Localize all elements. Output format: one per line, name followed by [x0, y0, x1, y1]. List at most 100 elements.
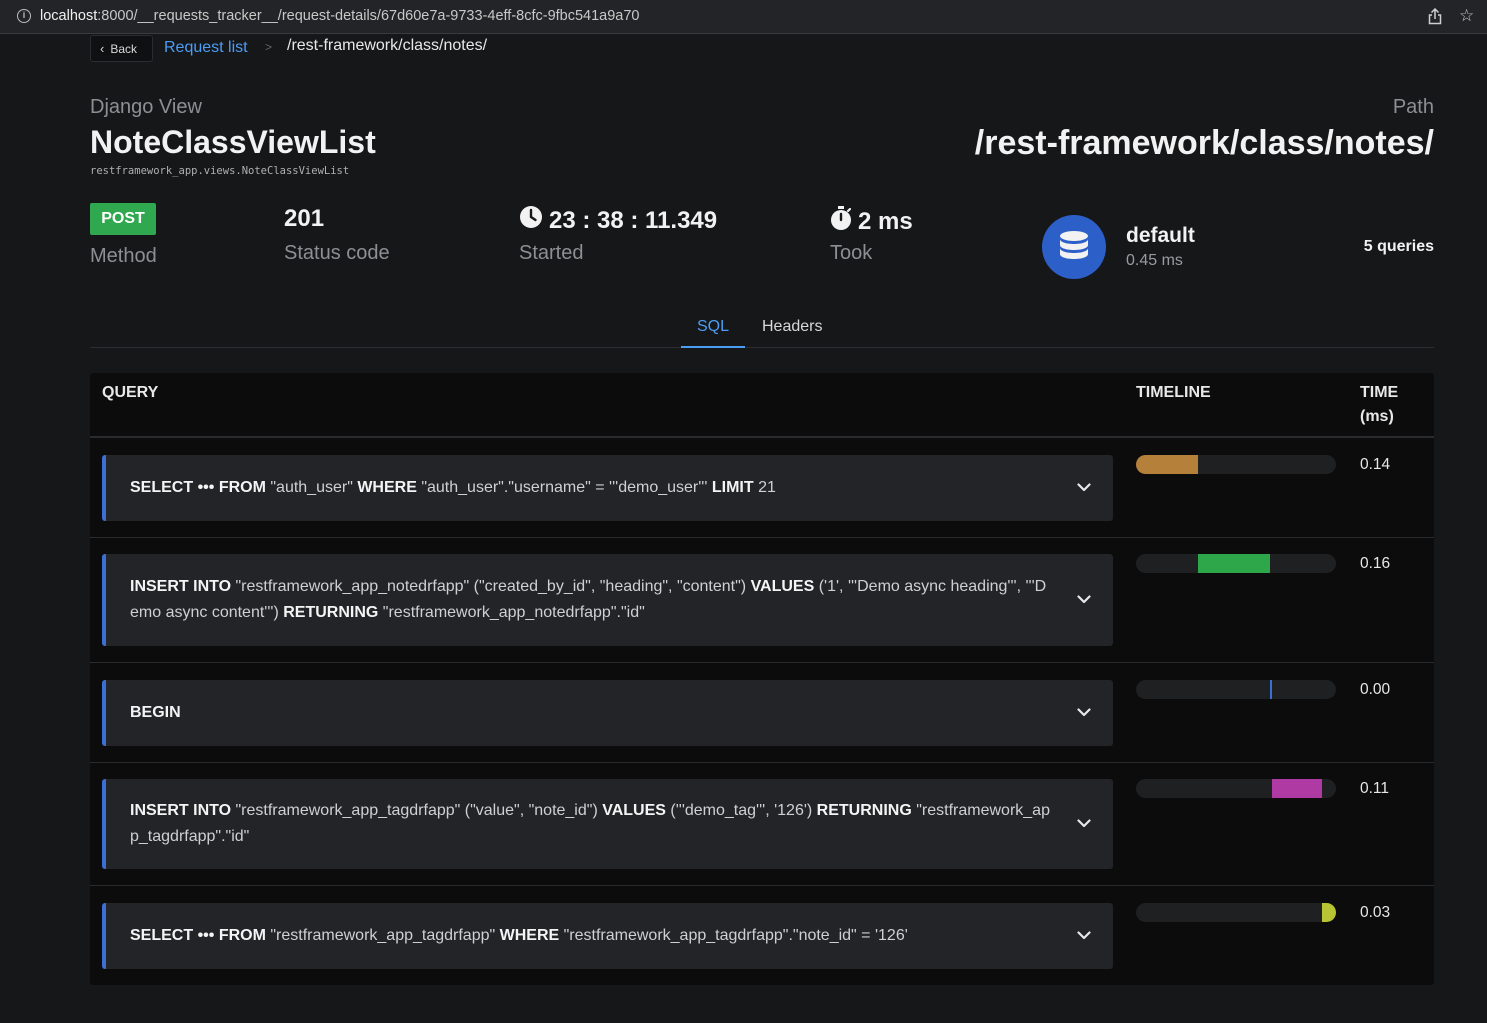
- sql-keyword: RETURNING: [283, 604, 383, 621]
- back-button[interactable]: ‹ Back: [90, 35, 153, 62]
- query-time: 0.11: [1360, 780, 1390, 797]
- breadcrumb-current: /rest-framework/class/notes/: [287, 37, 488, 54]
- view-module: restframework_app.views.NoteClassViewLis…: [90, 165, 350, 177]
- timeline-track: [1136, 455, 1336, 474]
- query-text: SELECT ••• FROM "auth_user" WHERE "auth_…: [130, 475, 776, 501]
- query-card[interactable]: INSERT INTO "restframework_app_tagdrfapp…: [102, 779, 1113, 869]
- timeline-track: [1136, 779, 1336, 798]
- query-time: 0.14: [1360, 456, 1391, 473]
- timeline-bar: [1272, 779, 1322, 798]
- database-time: 0.45 ms: [1126, 252, 1183, 269]
- query-time: 0.16: [1360, 555, 1391, 572]
- tab-headers[interactable]: Headers: [762, 318, 822, 336]
- status-code-value: 201: [284, 205, 325, 232]
- method-label: Method: [90, 245, 157, 267]
- row-divider: [90, 885, 1434, 886]
- view-name: NoteClassViewList: [90, 124, 376, 160]
- column-header-timeline: TIMELINE: [1136, 384, 1211, 401]
- path-label: Path: [1392, 96, 1434, 118]
- sql-keyword: INSERT INTO: [130, 802, 236, 819]
- sql-keyword: SELECT ••• FROM: [130, 927, 271, 944]
- share-icon[interactable]: [1428, 7, 1442, 30]
- url-text[interactable]: localhost:8000/__requests_tracker__/requ…: [40, 8, 639, 24]
- sql-keyword: VALUES: [750, 578, 819, 595]
- took-text: 2 ms: [858, 207, 913, 235]
- tab-sql[interactable]: SQL: [697, 318, 729, 336]
- path-value: /rest-framework/class/notes/: [974, 124, 1434, 162]
- breadcrumb-request-list-link[interactable]: Request list: [164, 39, 248, 57]
- query-text: SELECT ••• FROM "restframework_app_tagdr…: [130, 923, 908, 949]
- column-header-time-line2: (ms): [1360, 408, 1394, 425]
- chevron-down-icon[interactable]: [1077, 700, 1091, 726]
- sql-keyword: BEGIN: [130, 704, 181, 721]
- sql-keyword: LIMIT: [711, 479, 759, 496]
- chevron-down-icon[interactable]: [1077, 923, 1091, 949]
- chevron-down-icon[interactable]: [1077, 475, 1091, 501]
- sql-text: "restframework_app_tagdrfapp"."note_id" …: [563, 927, 908, 944]
- column-header-time: TIME (ms): [1360, 381, 1398, 429]
- sql-keyword: SELECT ••• FROM: [130, 479, 271, 496]
- queries-table: QUERY TIMELINE TIME (ms) SELECT ••• FROM…: [90, 373, 1434, 985]
- query-card[interactable]: SELECT ••• FROM "restframework_app_tagdr…: [102, 903, 1113, 969]
- database-name: default: [1126, 224, 1195, 247]
- started-label: Started: [519, 242, 584, 264]
- table-header-divider: [90, 436, 1434, 438]
- stopwatch-icon: [830, 205, 858, 238]
- url-host: localhost: [40, 8, 98, 24]
- column-header-query: QUERY: [102, 384, 159, 401]
- row-divider: [90, 762, 1434, 763]
- timeline-bar: [1198, 554, 1270, 573]
- sql-text: "restframework_app_notedrfapp" ("created…: [235, 578, 751, 595]
- method-badge: POST: [90, 203, 156, 235]
- sql-keyword: WHERE: [499, 927, 564, 944]
- database-icon: [1042, 215, 1106, 279]
- row-divider: [90, 662, 1434, 663]
- star-icon[interactable]: ☆: [1459, 6, 1474, 26]
- timeline-track: [1136, 903, 1336, 922]
- sql-keyword: WHERE: [357, 479, 422, 496]
- tab-active-indicator: [681, 346, 745, 348]
- sql-text: "restframework_app_tagdrfapp": [270, 927, 500, 944]
- sql-text: ('''demo_tag''', '126'): [670, 802, 817, 819]
- chevron-left-icon: ‹: [100, 41, 105, 56]
- sql-keyword: RETURNING: [816, 802, 917, 819]
- row-divider: [90, 537, 1434, 538]
- sql-text: 21: [758, 479, 776, 496]
- timeline-track: [1136, 554, 1336, 573]
- timeline-bar: [1136, 455, 1198, 474]
- browser-url-bar[interactable]: i localhost:8000/__requests_tracker__/re…: [0, 0, 1487, 34]
- column-header-time-line1: TIME: [1360, 384, 1399, 401]
- timeline-track: [1136, 680, 1336, 699]
- query-time: 0.00: [1360, 681, 1391, 698]
- timeline-bar: [1270, 680, 1272, 699]
- took-value: 2 ms: [830, 205, 913, 238]
- query-card[interactable]: BEGIN: [102, 680, 1113, 746]
- started-value: 23 : 38 : 11.349: [519, 205, 717, 236]
- sql-text: "restframework_app_tagdrfapp" ("value", …: [235, 802, 603, 819]
- database-query-count: 5 queries: [1363, 238, 1434, 255]
- took-label: Took: [830, 242, 873, 264]
- started-text: 23 : 38 : 11.349: [549, 206, 718, 234]
- query-time: 0.03: [1360, 904, 1391, 921]
- query-card[interactable]: SELECT ••• FROM "auth_user" WHERE "auth_…: [102, 455, 1113, 521]
- back-label: Back: [110, 41, 138, 56]
- query-card[interactable]: INSERT INTO "restframework_app_notedrfap…: [102, 554, 1113, 646]
- breadcrumb-separator: >: [265, 40, 273, 54]
- query-text: INSERT INTO "restframework_app_notedrfap…: [130, 574, 1053, 626]
- sql-keyword: INSERT INTO: [130, 578, 236, 595]
- query-text: INSERT INTO "restframework_app_tagdrfapp…: [130, 798, 1053, 850]
- tabs-divider: [90, 347, 1434, 348]
- query-text: BEGIN: [130, 700, 181, 726]
- timeline-bar: [1322, 903, 1336, 922]
- clock-icon: [519, 205, 549, 236]
- sql-text: "restframework_app_notedrfapp"."id": [382, 604, 645, 621]
- chevron-down-icon[interactable]: [1077, 587, 1091, 613]
- url-path: :8000/__requests_tracker__/request-detai…: [97, 8, 640, 24]
- sql-text: "auth_user"."username" = '''demo_user''': [421, 479, 712, 496]
- sql-keyword: VALUES: [602, 802, 671, 819]
- view-label: Django View: [90, 96, 202, 118]
- sql-text: "auth_user": [270, 479, 358, 496]
- status-code-label: Status code: [284, 242, 390, 264]
- chevron-down-icon[interactable]: [1077, 811, 1091, 837]
- info-icon[interactable]: i: [17, 9, 31, 23]
